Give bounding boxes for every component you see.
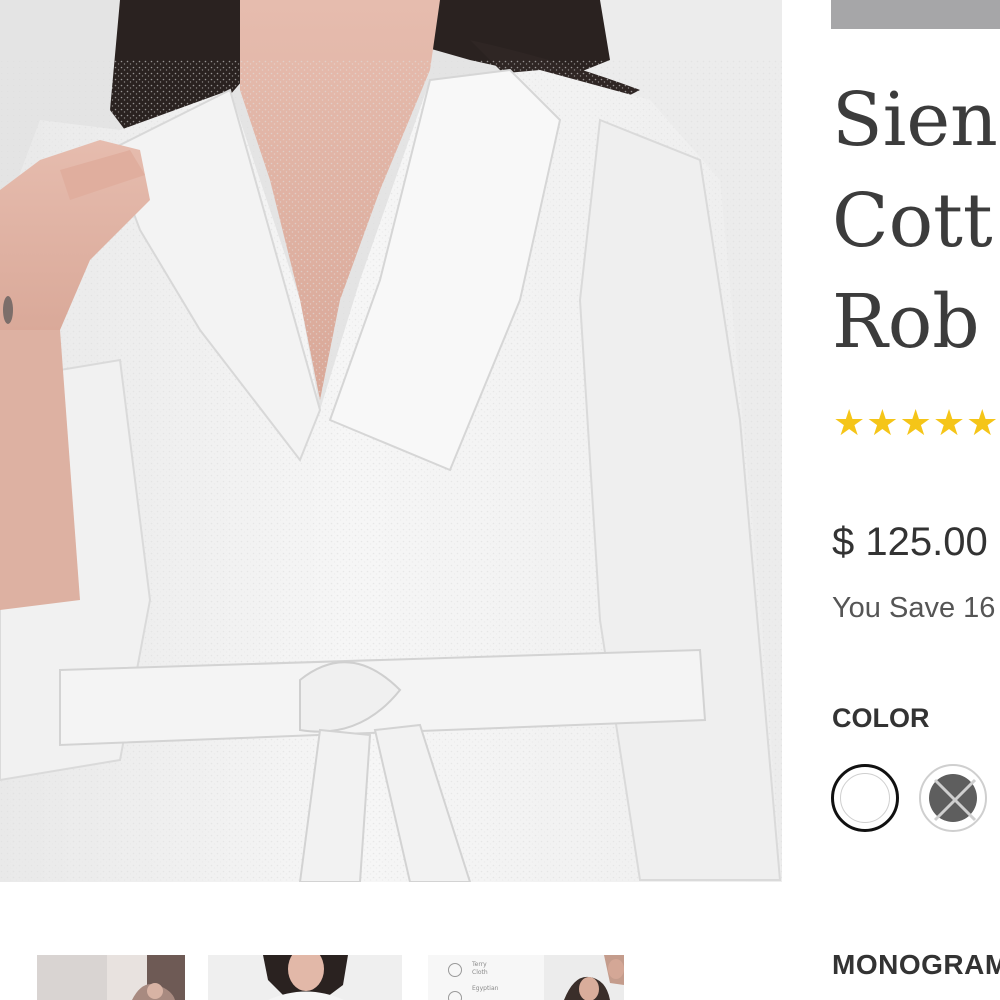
color-swatch-white[interactable] <box>831 764 899 832</box>
title-line-1: Sien <box>832 77 998 163</box>
color-swatch-grey[interactable] <box>919 764 987 832</box>
star-rating[interactable]: ★★★★★ <box>833 403 1000 443</box>
terry-cloth-icon <box>448 963 462 977</box>
monogram-label: MONOGRAM <box>832 949 1000 980</box>
thumbnail-2[interactable] <box>208 955 402 1000</box>
header-bar <box>831 0 1000 29</box>
unavailable-cross-icon <box>933 778 977 822</box>
robe-photo <box>0 0 782 882</box>
thumbnail-1-image <box>37 955 185 1000</box>
color-label: COLOR <box>832 703 930 733</box>
caption-line: Egyptian <box>472 985 499 992</box>
thumbnail-3[interactable]: Terry Cloth Egyptian <box>428 955 624 1000</box>
savings-text: You Save 16 <box>832 592 996 624</box>
caption-line: Cloth <box>472 969 488 976</box>
main-product-image[interactable] <box>0 0 782 882</box>
thumbnail-2-image <box>208 955 402 1000</box>
egyptian-cotton-icon <box>448 991 462 1000</box>
caption-line: Terry <box>472 961 487 968</box>
thumbnail-3-caption: Terry Cloth Egyptian <box>472 961 498 993</box>
product-title: Sien Cott Rob <box>832 70 1000 373</box>
title-line-2: Cott <box>832 178 993 264</box>
product-price: $ 125.00 <box>832 520 988 564</box>
thumbnail-1[interactable] <box>37 955 185 1000</box>
caption-line <box>472 977 498 985</box>
swatch-fill <box>840 773 890 823</box>
thumbnail-3-image <box>544 955 624 1000</box>
title-line-3: Rob <box>832 279 980 365</box>
